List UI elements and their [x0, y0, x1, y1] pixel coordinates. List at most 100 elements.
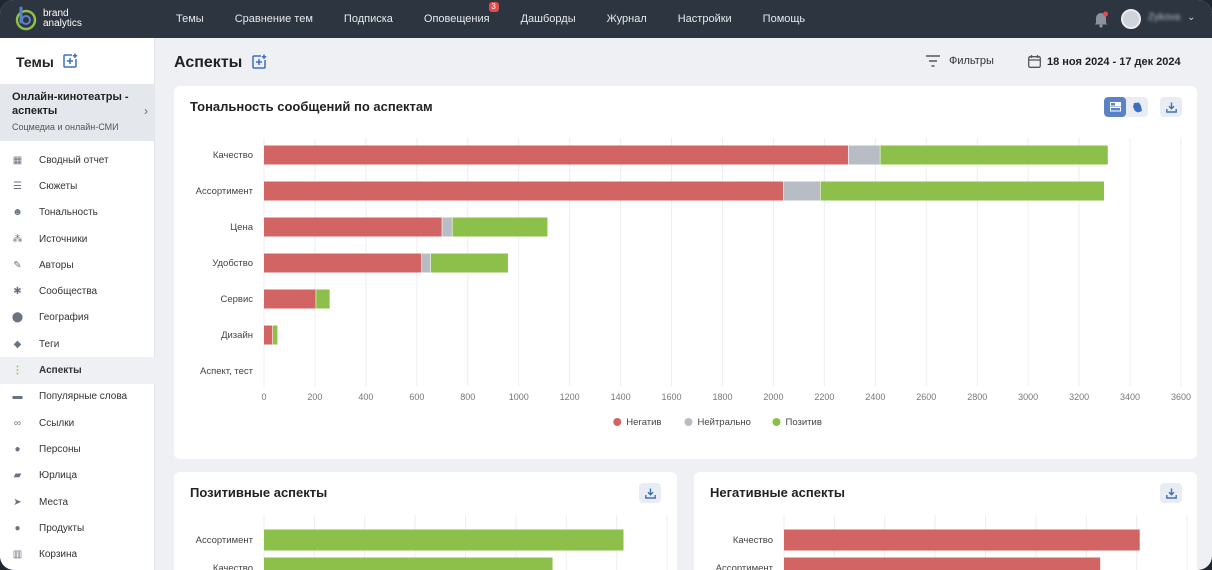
- sidebar-item-label: Источники: [39, 233, 88, 245]
- legend-label: Негатив: [626, 417, 661, 428]
- person-icon: ●: [14, 443, 21, 455]
- date-range-value: 18 ноя 2024 - 17 дек 2024: [1047, 55, 1181, 68]
- bar-segment: [264, 181, 784, 201]
- logo-line-2: analytics: [43, 18, 82, 29]
- bar-segment: [783, 181, 820, 201]
- chevron-down-icon[interactable]: ⌄: [1187, 12, 1195, 23]
- category-label: Цена: [230, 222, 254, 233]
- bar: [784, 529, 1140, 551]
- nav-item-alerts[interactable]: Оповещения 3: [423, 2, 499, 25]
- category-label: Удобство: [212, 258, 253, 269]
- x-tick-label: 3600: [1171, 392, 1191, 402]
- category-label: Аспект, тест: [200, 366, 254, 377]
- bar-segment: [820, 181, 1104, 201]
- category-label: Ассортимент: [196, 186, 254, 197]
- bar-view-toggle-button[interactable]: [1104, 97, 1126, 117]
- app-window: brand analytics Темы Сравнение тем Подпи…: [0, 0, 1212, 570]
- download-negative-aspects-button[interactable]: [1160, 483, 1182, 503]
- sidebar-item-label: Сюжеты: [39, 180, 78, 192]
- category-label: Качество: [213, 150, 253, 161]
- sidebar-item-label: Юрлица: [39, 470, 78, 482]
- category-label: Сервис: [220, 294, 253, 305]
- filters-button[interactable]: Фильтры: [926, 55, 994, 67]
- sentiment-by-aspect-chart: 0 200 400 600 800 1000 1200 1400 1600 1800 2000 220…: [196, 138, 1191, 428]
- sidebar-item-2[interactable]: ☻ Тональность: [0, 200, 155, 226]
- communities-icon: ✱: [13, 286, 22, 298]
- sidebar-item-7[interactable]: ◆ Теги: [0, 331, 155, 357]
- current-topic-selector[interactable]: Онлайн-кинотеатры - аспекты Соцмедиа и о…: [0, 84, 155, 141]
- filter-lines-icon: [926, 55, 940, 67]
- x-tick-label: 1000: [509, 392, 529, 402]
- positive-aspects-title: Позитивные аспекты: [190, 485, 328, 500]
- sidebar-item-label: Авторы: [39, 259, 74, 271]
- sidebar-item-5[interactable]: ✱ Сообщества: [0, 278, 155, 304]
- current-topic-name: Онлайн-кинотеатры - аспекты: [12, 91, 129, 117]
- sidebar-item-10[interactable]: ∞ Ссылки: [0, 410, 155, 436]
- link-icon: ∞: [13, 417, 22, 429]
- download-icon: [1165, 102, 1177, 113]
- sidebar-item-label: Тональность: [39, 207, 98, 219]
- bar-segment: [316, 289, 330, 309]
- sidebar-item-label: Корзина: [39, 549, 78, 561]
- page-title: Аспекты: [174, 54, 243, 71]
- legend-marker: [684, 418, 693, 426]
- x-tick-label: 1400: [611, 392, 631, 402]
- legend-marker: [772, 418, 781, 426]
- tag-icon: ◆: [13, 338, 22, 350]
- top-navigation-bar: brand analytics Темы Сравнение тем Подпи…: [0, 0, 1212, 38]
- bar: [784, 557, 1101, 570]
- sidebar-item-label: Теги: [39, 338, 60, 350]
- nav-item-journal[interactable]: Журнал: [607, 13, 647, 25]
- bar-segment: [421, 253, 431, 273]
- nav-item-help[interactable]: Помощь: [763, 13, 806, 25]
- x-tick-label: 2400: [865, 392, 885, 402]
- map-view-toggle-button[interactable]: [1126, 97, 1148, 117]
- sidebar: Темы Онлайн-кинотеатры - аспекты Соцмеди…: [0, 38, 155, 570]
- add-topic-icon[interactable]: [62, 53, 78, 69]
- sidebar-item-4[interactable]: ✎ Авторы: [0, 252, 155, 278]
- x-tick-label: 3200: [1069, 392, 1089, 402]
- sidebar-item-15[interactable]: ▥ Корзина: [0, 541, 155, 567]
- sidebar-item-1[interactable]: ☰ Сюжеты: [0, 173, 155, 199]
- nav-item-settings[interactable]: Настройки: [678, 13, 732, 25]
- sentiment-chart-title: Тональность сообщений по аспектам: [190, 99, 433, 114]
- nav-item-alerts-label: Оповещения: [423, 13, 490, 25]
- map-shape-icon: [1132, 102, 1142, 112]
- user-avatar[interactable]: [1121, 9, 1141, 29]
- add-aspect-icon[interactable]: [251, 54, 267, 70]
- sidebar-item-label: Места: [39, 496, 69, 508]
- brand-logo[interactable]: brand analytics: [12, 5, 92, 33]
- download-sentiment-chart-button[interactable]: [1160, 97, 1182, 117]
- bar-segment: [880, 145, 1108, 165]
- bar-segment: [272, 325, 278, 345]
- x-tick-label: 0: [261, 392, 266, 402]
- sidebar-item-12[interactable]: ▰ Юрлица: [0, 463, 155, 489]
- sidebar-item-3[interactable]: ⁂ Источники: [0, 226, 155, 252]
- sidebar-item-6[interactable]: ⬤ География: [0, 305, 155, 331]
- sidebar-item-label: Сводный отчет: [39, 154, 109, 166]
- x-tick-label: 2600: [916, 392, 936, 402]
- logo-text: brand analytics: [43, 9, 82, 29]
- current-topic-sources: Соцмедиа и онлайн-СМИ: [12, 122, 119, 132]
- nav-item-dashboards[interactable]: Дашборды: [521, 13, 576, 25]
- sidebar-item-label: Персоны: [39, 443, 81, 455]
- nav-item-subscription[interactable]: Подписка: [344, 13, 393, 25]
- download-positive-aspects-button[interactable]: [639, 483, 661, 503]
- user-name[interactable]: Zykova: [1148, 12, 1180, 23]
- notification-bell-icon[interactable]: [1093, 10, 1109, 28]
- sidebar-item-13[interactable]: ➤ Места: [0, 489, 155, 515]
- bar-segment: [430, 253, 508, 273]
- nav-item-topics[interactable]: Темы: [176, 13, 204, 25]
- sidebar-item-8[interactable]: ⋮ Аспекты: [0, 357, 155, 384]
- sidebar-item-0[interactable]: ▦ Сводный отчет: [0, 147, 155, 173]
- stories-icon: ☰: [13, 180, 22, 192]
- negative-aspects-title: Негативные аспекты: [710, 485, 845, 500]
- nav-item-compare-topics[interactable]: Сравнение тем: [235, 13, 313, 25]
- sidebar-item-11[interactable]: ● Персоны: [0, 436, 155, 462]
- date-range-picker[interactable]: 18 ноя 2024 - 17 дек 2024: [1028, 55, 1181, 68]
- negative-aspects-chart: Качество Ассортимент: [716, 515, 1188, 570]
- legend-label: Нейтрально: [698, 417, 751, 428]
- sidebar-item-9[interactable]: ▬ Популярные слова: [0, 384, 155, 410]
- category-label: Ассортимент: [716, 563, 774, 570]
- sidebar-item-14[interactable]: ● Продукты: [0, 515, 155, 541]
